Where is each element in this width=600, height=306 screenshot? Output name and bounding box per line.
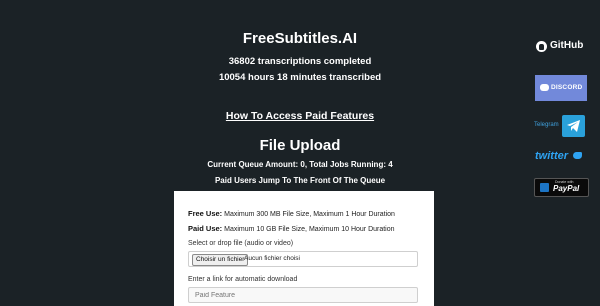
paid-use-row: Paid Use: Maximum 10 GB File Size, Maxim… [188, 224, 395, 233]
github-link[interactable]: GitHub [536, 40, 588, 54]
free-use-label: Free Use: [188, 209, 223, 218]
priority-note: Paid Users Jump To The Front Of The Queu… [214, 176, 386, 185]
file-select-label: Select or drop file (audio or video) [188, 240, 294, 247]
paypal-label: PayPal [553, 184, 580, 193]
telegram-label: Telegram [534, 122, 559, 128]
site-title: FreeSubtitles.AI [242, 30, 358, 47]
paid-use-text: Maximum 10 GB File Size, Maximum 10 Hour… [224, 226, 395, 233]
telegram-link[interactable]: Telegram [534, 115, 587, 137]
telegram-icon [562, 115, 585, 137]
transcriptions-count: 36802 transcriptions completed [228, 56, 372, 67]
free-use-text: Maximum 300 MB File Size, Maximum 1 Hour… [224, 211, 395, 218]
twitter-link[interactable]: twitter [535, 150, 585, 164]
file-status: Aucun fichier choisi [244, 255, 300, 262]
link-label: Enter a link for automatic download [188, 276, 298, 283]
paid-features-link[interactable]: How To Access Paid Features [0, 110, 600, 122]
paypal-donate-button[interactable]: Donate with PayPal [534, 178, 589, 197]
twitter-label: twitter [535, 150, 568, 162]
twitter-icon [573, 152, 582, 159]
github-icon [536, 41, 547, 52]
discord-link[interactable]: DISCORD [535, 75, 587, 101]
upload-heading: File Upload [259, 137, 341, 154]
discord-icon [540, 84, 549, 91]
upload-card: Free Use: Maximum 300 MB File Size, Maxi… [174, 191, 434, 306]
paypal-icon [540, 183, 549, 192]
choose-file-button[interactable]: Choisir un fichier [192, 254, 249, 266]
paid-use-label: Paid Use: [188, 224, 223, 233]
queue-status: Current Queue Amount: 0, Total Jobs Runn… [207, 160, 393, 169]
github-label: GitHub [550, 40, 584, 51]
discord-label: DISCORD [551, 84, 583, 91]
free-use-row: Free Use: Maximum 300 MB File Size, Maxi… [188, 209, 395, 218]
file-input[interactable]: Choisir un fichier Aucun fichier choisi [188, 251, 418, 267]
hours-transcribed: 10054 hours 18 minutes transcribed [218, 72, 382, 83]
